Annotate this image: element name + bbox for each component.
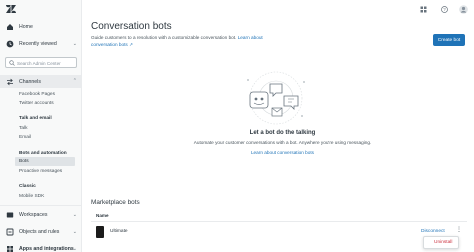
column-header-name: Name	[96, 213, 109, 218]
marketplace-title: Marketplace bots	[91, 199, 140, 206]
sidebar-item-facebook-pages[interactable]: Facebook Pages	[19, 92, 55, 97]
empty-state-title: Let a bot do the talking	[249, 130, 316, 136]
sidebar-group-bots-automation: Bots and automation	[19, 151, 67, 156]
sidebar-group-talk-email: Talk and email	[19, 116, 52, 121]
empty-state-learn-link[interactable]: Learn about conversation bots	[91, 150, 474, 155]
zendesk-logo-icon[interactable]	[6, 5, 16, 13]
apps-integrations-icon	[7, 246, 13, 252]
chevron-down-icon: ⌄	[72, 41, 77, 47]
nav-channels[interactable]: Channels ⌃	[0, 76, 81, 88]
sidebar-item-talk[interactable]: Talk	[19, 126, 28, 131]
nav-channels-label: Channels	[19, 79, 41, 85]
nav-workspaces[interactable]: Workspaces ⌄	[0, 209, 81, 221]
clock-icon	[6, 40, 14, 48]
chevron-down-icon: ⌄	[72, 229, 77, 235]
sidebar-item-proactive-messages[interactable]: Proactive messages	[19, 169, 62, 174]
disconnect-link[interactable]: Disconnect	[421, 229, 445, 234]
sidebar-group-classic: Classic	[19, 184, 36, 189]
sidebar-item-bots[interactable]: Bots	[19, 159, 29, 164]
bots-illustration	[247, 71, 305, 125]
row-options-menu: Uninstall	[423, 236, 459, 249]
product-tray-icon[interactable]	[420, 6, 427, 13]
ultimate-logo-icon	[96, 226, 104, 238]
more-options-icon[interactable]: ⋮	[456, 226, 462, 233]
bot-row-name: Ultimate	[110, 229, 128, 234]
search-icon	[9, 60, 15, 66]
external-link-icon: ↗	[129, 42, 133, 47]
nav-objects-rules-label: Objects and rules	[19, 229, 60, 235]
nav-home[interactable]: Home	[0, 21, 81, 33]
sidebar-item-mobile-sdk[interactable]: Mobile SDK	[19, 194, 44, 199]
uninstall-menu-item[interactable]: Uninstall	[434, 240, 452, 245]
workspaces-icon	[6, 212, 14, 218]
sidebar-divider	[0, 205, 81, 206]
page-description: Guide customers to a resolution with a c…	[91, 34, 281, 48]
chevron-up-icon: ⌃	[72, 78, 77, 84]
nav-apps-integrations[interactable]: Apps and integrations ⌄	[0, 243, 81, 252]
nav-home-label: Home	[19, 24, 33, 30]
sidebar-item-twitter-accounts[interactable]: Twitter accounts	[19, 101, 54, 106]
home-icon	[7, 24, 13, 30]
chevron-down-icon: ⌄	[72, 212, 77, 218]
objects-rules-icon	[6, 228, 14, 236]
page-description-text: Guide customers to a resolution with a c…	[91, 35, 237, 40]
empty-state-description: Automate your customer conversations wit…	[193, 140, 372, 145]
chevron-down-icon: ⌄	[72, 246, 77, 252]
admin-search[interactable]	[5, 57, 77, 68]
nav-recently-viewed-label: Recently viewed	[19, 41, 57, 47]
nav-recently-viewed[interactable]: Recently viewed ⌄	[0, 38, 81, 50]
svg-text:?: ?	[443, 7, 446, 12]
sidebar-item-email[interactable]: Email	[19, 135, 31, 140]
table-divider	[91, 221, 467, 222]
page-title: Conversation bots	[91, 21, 172, 32]
create-bot-button[interactable]: Create bot	[433, 34, 465, 46]
admin-search-input[interactable]	[17, 59, 75, 67]
nav-workspaces-label: Workspaces	[19, 212, 48, 218]
user-avatar-icon[interactable]	[459, 5, 468, 14]
nav-objects-rules[interactable]: Objects and rules ⌄	[0, 226, 81, 238]
nav-apps-integrations-label: Apps and integrations	[19, 246, 74, 252]
sidebar: Home Recently viewed ⌄ Channels ⌃ Facebo…	[0, 0, 82, 252]
channels-icon	[7, 78, 13, 86]
help-icon[interactable]: ?	[441, 6, 448, 13]
